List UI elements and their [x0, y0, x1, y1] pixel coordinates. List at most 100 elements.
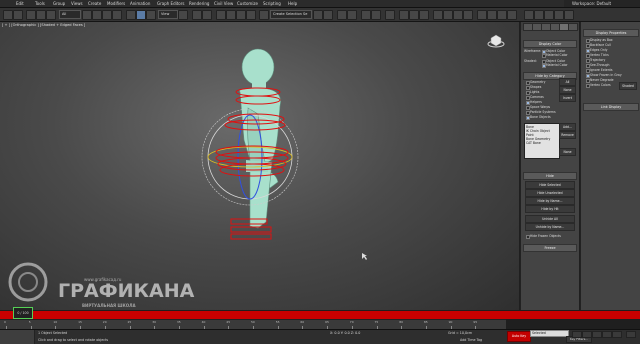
- list-item[interactable]: CAT Bone: [526, 141, 541, 145]
- tool-icon-f[interactable]: [487, 10, 497, 20]
- select-object-icon[interactable]: [82, 10, 92, 20]
- viewport[interactable]: [ + ] [Orthographic ] [Shaded + Edged Fa…: [0, 22, 519, 310]
- none-button[interactable]: None: [559, 86, 576, 94]
- select-by-name-icon[interactable]: [92, 10, 102, 20]
- menu-item-rendering[interactable]: Rendering: [189, 0, 209, 7]
- panel-tool-icon-d[interactable]: [554, 10, 564, 20]
- menu-item-modifiers[interactable]: Modifiers: [107, 0, 125, 7]
- display-properties-rollout[interactable]: Display Properties: [583, 29, 639, 37]
- hide-by-name-button[interactable]: Hide by Name...: [525, 197, 575, 205]
- rendered-frame-icon[interactable]: [409, 10, 419, 20]
- unhide-all-button[interactable]: Unhide All: [525, 215, 575, 223]
- viewcube-icon[interactable]: [487, 34, 505, 48]
- display-color-rollout[interactable]: Display Color: [523, 40, 577, 48]
- zoom-extents-icon[interactable]: [626, 331, 636, 338]
- tool-icon-e[interactable]: [477, 10, 487, 20]
- selection-filter-dropdown[interactable]: All: [59, 10, 81, 19]
- track-bar[interactable]: 0 5 10 15 20 25 30 35 40 45 50 55 60 65 70 75 80 85 90 95: [0, 319, 506, 329]
- none-list-button[interactable]: None: [559, 148, 576, 156]
- menu-item-group[interactable]: Group: [53, 0, 65, 7]
- hide-by-hit-button[interactable]: Hide by Hit: [525, 205, 575, 213]
- pivot-center-icon[interactable]: [178, 10, 188, 20]
- keyboard-shortcut-icon[interactable]: [202, 10, 212, 20]
- add-button[interactable]: Add...: [559, 123, 576, 131]
- hide-rollout[interactable]: Hide: [523, 172, 577, 180]
- menu-item-edit[interactable]: Edit: [16, 0, 24, 7]
- schematic-view-icon[interactable]: [371, 10, 381, 20]
- redo-icon[interactable]: [13, 10, 23, 20]
- menu-item-scripting[interactable]: Scripting: [263, 0, 281, 7]
- manipulate-icon[interactable]: [192, 10, 202, 20]
- link-display-rollout[interactable]: Link Display: [583, 103, 639, 111]
- angle-snap-icon[interactable]: [226, 10, 236, 20]
- panel-tool-icon-b[interactable]: [534, 10, 544, 20]
- tool-icon-a[interactable]: [433, 10, 443, 20]
- menu-item-create[interactable]: Create: [88, 0, 101, 7]
- menu-item-civil-view[interactable]: Civil View: [214, 0, 233, 7]
- panel-tool-icon-e[interactable]: [564, 10, 574, 20]
- tool-icon-b[interactable]: [443, 10, 453, 20]
- spinner-snap-icon[interactable]: [246, 10, 256, 20]
- play-icon[interactable]: [592, 331, 602, 338]
- mirror-icon[interactable]: [313, 10, 323, 20]
- tool-icon-h[interactable]: [507, 10, 517, 20]
- time-slider-bar[interactable]: [0, 311, 640, 319]
- maxscript-listener[interactable]: [0, 330, 35, 344]
- category-list[interactable]: Bone IK Chain Object Point Bone Geometry…: [524, 123, 560, 159]
- hide-unselected-button[interactable]: Hide Unselected: [525, 189, 575, 197]
- edit-named-selection-icon[interactable]: [259, 10, 269, 20]
- snaps-toggle-icon[interactable]: [216, 10, 226, 20]
- previous-frame-icon[interactable]: [582, 331, 592, 338]
- ribbon-icon[interactable]: [347, 10, 357, 20]
- scale-icon[interactable]: [146, 10, 156, 20]
- link-icon[interactable]: [26, 10, 36, 20]
- menu-item-graph-editors[interactable]: Graph Editors: [157, 0, 184, 7]
- unhide-by-name-button[interactable]: Unhide by Name...: [525, 223, 575, 231]
- tool-icon-d[interactable]: [463, 10, 473, 20]
- invert-button[interactable]: Invert: [559, 94, 576, 102]
- align-icon[interactable]: [323, 10, 333, 20]
- menu-item-customize[interactable]: Customize: [237, 0, 258, 7]
- key-mode-dropdown[interactable]: Selected: [530, 330, 569, 337]
- material-editor-icon[interactable]: [385, 10, 395, 20]
- timeline-tick-label: 5: [28, 320, 31, 324]
- menu-item-views[interactable]: Views: [71, 0, 83, 7]
- character-model[interactable]: [239, 48, 281, 229]
- move-icon[interactable]: [126, 10, 136, 20]
- curve-editor-icon[interactable]: [361, 10, 371, 20]
- rectangle-selection-icon[interactable]: [102, 10, 112, 20]
- menu-item-animation[interactable]: Animation: [130, 0, 150, 7]
- layer-explorer-icon[interactable]: [337, 10, 347, 20]
- rotate-icon[interactable]: [136, 10, 146, 20]
- bind-spacewarp-icon[interactable]: [46, 10, 56, 20]
- time-slider-frame[interactable]: 0 / 100: [13, 307, 33, 319]
- remove-button[interactable]: Remove: [559, 131, 576, 139]
- tool-icon-c[interactable]: [453, 10, 463, 20]
- next-frame-icon[interactable]: [602, 331, 612, 338]
- render-setup-icon[interactable]: [399, 10, 409, 20]
- all-button[interactable]: All: [559, 78, 576, 86]
- panel-tool-icon-a[interactable]: [524, 10, 534, 20]
- auto-key-button[interactable]: Auto Key: [507, 331, 531, 342]
- render-production-icon[interactable]: [419, 10, 429, 20]
- menu-item-help[interactable]: Help: [288, 0, 297, 7]
- hide-selected-button[interactable]: Hide Selected: [525, 181, 575, 189]
- undo-icon[interactable]: [3, 10, 13, 20]
- panel-tool-icon-c[interactable]: [544, 10, 554, 20]
- shaded-button[interactable]: Shaded: [619, 82, 637, 90]
- reference-coord-dropdown[interactable]: View: [158, 10, 178, 19]
- display-as-box-label: Display as Box: [590, 38, 613, 42]
- workspace-selector[interactable]: Workspace: Default: [572, 0, 611, 7]
- go-to-end-icon[interactable]: [612, 331, 622, 338]
- add-time-tag[interactable]: Add Time Tag: [460, 338, 482, 342]
- percent-snap-icon[interactable]: [236, 10, 246, 20]
- menu-item-tools[interactable]: Tools: [35, 0, 45, 7]
- go-to-start-icon[interactable]: [572, 331, 582, 338]
- category-lights-label: Lights: [530, 90, 540, 94]
- unlink-icon[interactable]: [36, 10, 46, 20]
- tool-icon-g[interactable]: [497, 10, 507, 20]
- window-crossing-icon[interactable]: [112, 10, 122, 20]
- utilities-tab-icon[interactable]: [568, 23, 578, 31]
- freeze-rollout[interactable]: Freeze: [523, 244, 577, 252]
- named-selection-dropdown[interactable]: Create Selection Se: [270, 10, 312, 19]
